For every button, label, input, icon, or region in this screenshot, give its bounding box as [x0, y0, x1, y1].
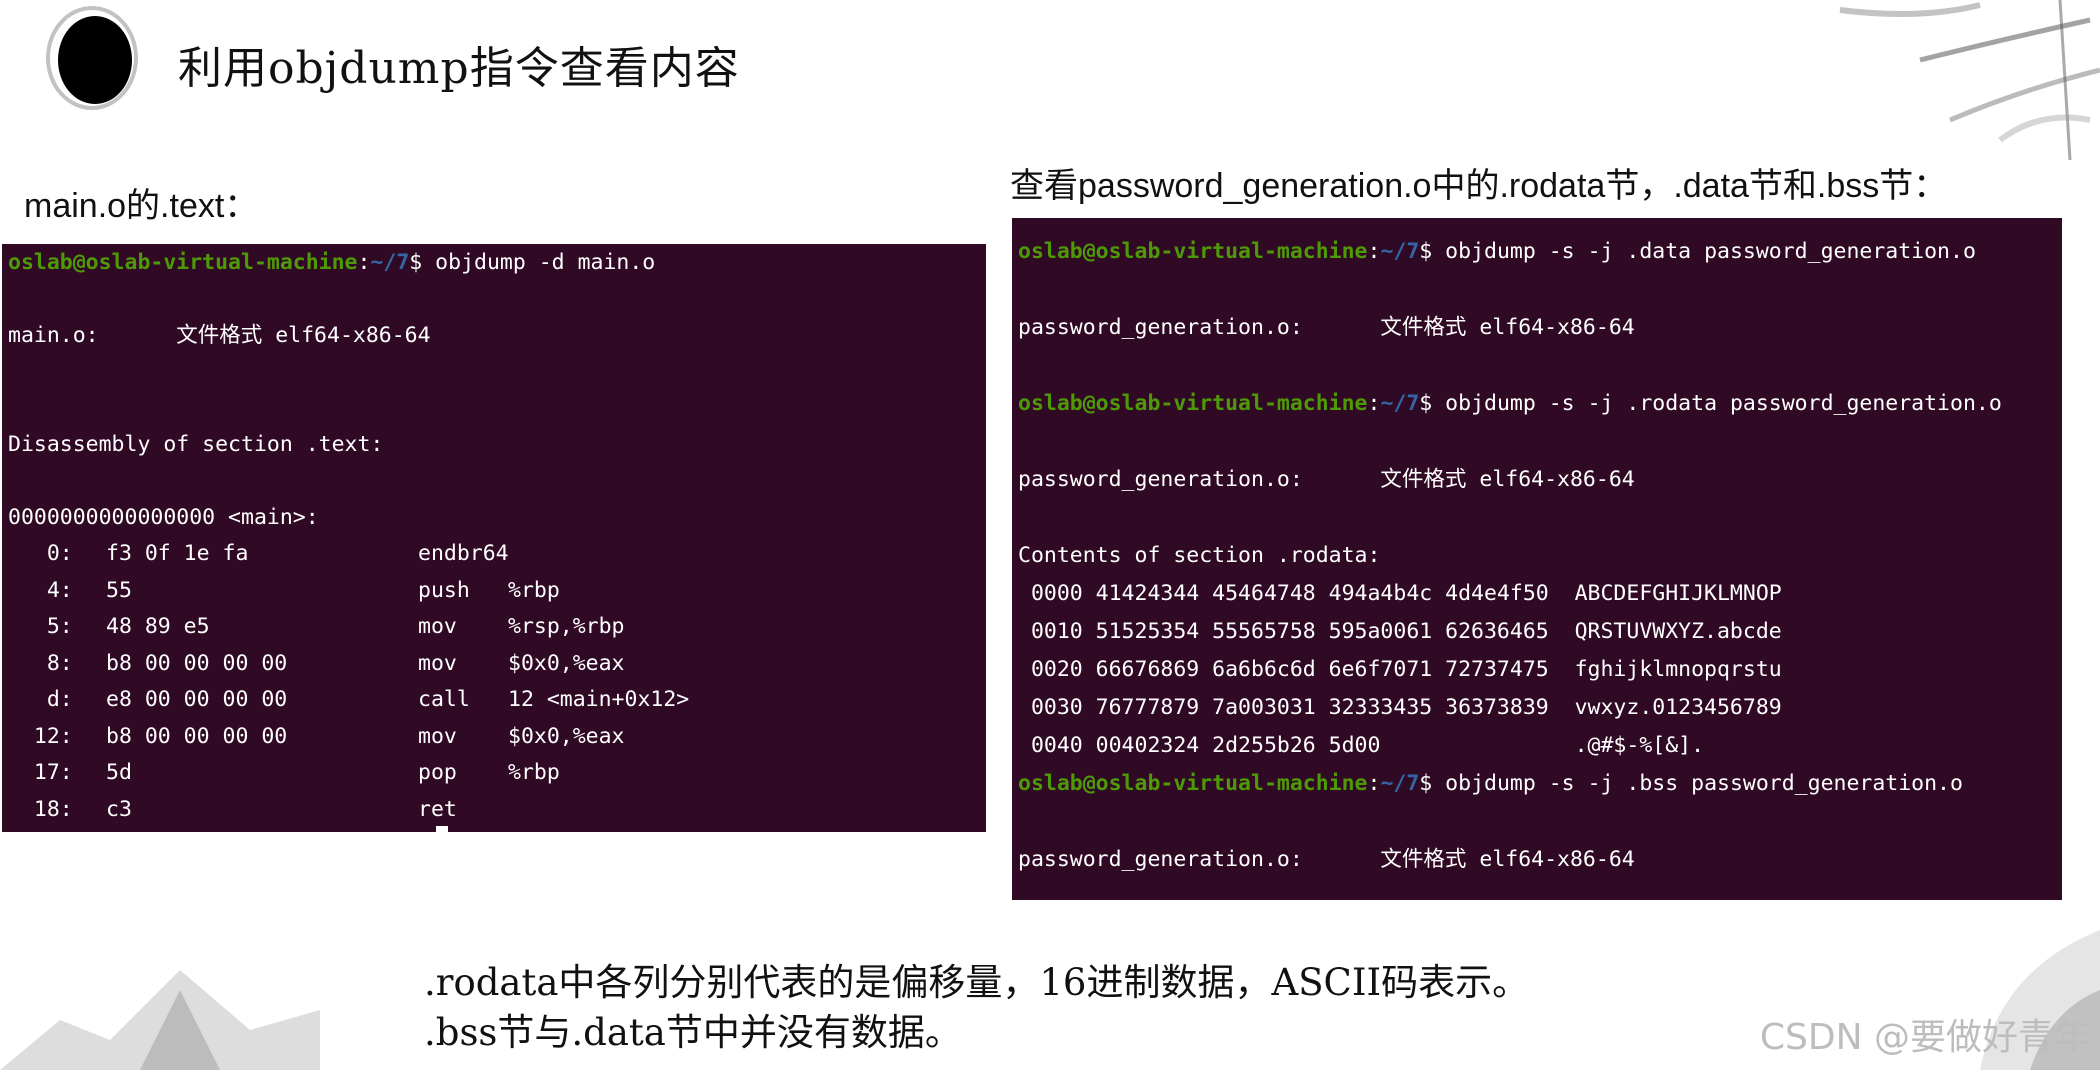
- instr-addr: 18:: [8, 796, 73, 822]
- instr-bytes: c3: [106, 796, 132, 822]
- prompt-user: oslab@oslab-virtual-machine: [1018, 391, 1368, 416]
- instr-operands: $0x0,%eax: [508, 723, 625, 749]
- prompt-path: ~/7: [1380, 771, 1420, 796]
- hex-dump-row: 0020 66676869 6a6b6c6d 6e6f7071 72737475…: [1018, 657, 1782, 682]
- instr-mnemonic: call: [418, 687, 470, 712]
- prompt-line-data: oslab@oslab-virtual-machine:~/7$ objdump…: [1018, 239, 1976, 264]
- file-format-line: password_generation.o: 文件格式 elf64-x86-64: [1018, 467, 1635, 492]
- objdump-main-terminal[interactable]: oslab@oslab-virtual-machine:~/7$ objdump…: [2, 244, 986, 832]
- instr-bytes: e8 00 00 00 00: [106, 687, 288, 712]
- command-text: $ objdump -s -j .bss password_generation…: [1419, 771, 1963, 796]
- file-format-line: main.o: 文件格式 elf64-x86-64: [8, 323, 431, 348]
- contents-header: Contents of section .rodata:: [1018, 543, 1381, 568]
- instr-operands: 12 <main+0x12>: [508, 687, 690, 712]
- bamboo-decoration: [1839, 0, 2100, 160]
- prompt-user: oslab@oslab-virtual-machine: [8, 250, 358, 275]
- csdn-watermark: CSDN @要做好青年: [1759, 1017, 2090, 1058]
- objdump-password-terminal[interactable]: oslab@oslab-virtual-machine:~/7$ objdump…: [1012, 218, 2062, 900]
- instr-bytes: 5d: [106, 760, 132, 785]
- instr-mnemonic: push: [418, 577, 470, 603]
- slide-title: 利用objdump指令查看内容: [178, 43, 740, 94]
- ink-circle-logo: [46, 6, 138, 110]
- prompt-user: oslab@oslab-virtual-machine: [1018, 239, 1368, 264]
- instr-operands: $0x0,%eax: [508, 650, 625, 676]
- hex-dump-row: 0010 51525354 55565758 595a0061 62636465…: [1018, 619, 1782, 644]
- instr-bytes: 48 89 e5: [106, 614, 210, 639]
- prompt-path: ~/7: [370, 250, 410, 275]
- prompt-line-bss: oslab@oslab-virtual-machine:~/7$ objdump…: [1018, 771, 1963, 796]
- instr-mnemonic: ret: [418, 796, 457, 822]
- prompt-line: oslab@oslab-virtual-machine:~/7$ objdump…: [8, 250, 656, 275]
- ink-mountain-decoration: [0, 970, 320, 1070]
- section-header: Disassembly of section .text:: [8, 432, 384, 457]
- command-text: $ objdump -d main.o: [409, 250, 656, 275]
- instr-addr: 12:: [8, 723, 73, 749]
- file-format-line: password_generation.o: 文件格式 elf64-x86-64: [1018, 315, 1635, 340]
- main-text-caption: main.o的.text：: [24, 187, 259, 225]
- instr-mnemonic: endbr64: [418, 541, 509, 566]
- instr-operands: %rsp,%rbp: [508, 614, 625, 639]
- instr-addr: 8:: [8, 650, 73, 676]
- instr-addr: d:: [8, 687, 73, 712]
- instr-bytes: b8 00 00 00 00: [106, 723, 288, 749]
- hex-dump-row: 0040 00402324 2d255b26 5d00 .@#$-%[&].: [1018, 733, 1705, 758]
- instr-mnemonic: mov: [418, 614, 457, 639]
- command-text: $ objdump -s -j .rodata password_generat…: [1419, 391, 2002, 416]
- instr-mnemonic: mov: [418, 650, 457, 676]
- explanation-notes: .rodata中各列分别代表的是偏移量，16进制数据，ASCII码表示。 .bs…: [424, 958, 1529, 1058]
- prompt-line-rodata: oslab@oslab-virtual-machine:~/7$ objdump…: [1018, 391, 2002, 416]
- instr-addr: 4:: [8, 577, 73, 603]
- terminal-cursor: [436, 826, 448, 832]
- hex-dump-row: 0030 76777879 7a003031 32333435 36373839…: [1018, 695, 1782, 720]
- instr-addr: 5:: [8, 614, 73, 639]
- hex-dump-row: 0000 41424344 45464748 494a4b4c 4d4e4f50…: [1018, 581, 1782, 606]
- instr-mnemonic: pop: [418, 760, 457, 785]
- symbol-line: 0000000000000000 <main>:: [8, 505, 319, 530]
- note-line-1: .rodata中各列分别代表的是偏移量，16进制数据，ASCII码表示。: [424, 961, 1530, 1004]
- note-line-2: .bss节与.data节中并没有数据。: [424, 1011, 962, 1054]
- instr-mnemonic: mov: [418, 723, 457, 749]
- instr-bytes: b8 00 00 00 00: [106, 650, 288, 676]
- prompt-path: ~/7: [1380, 391, 1420, 416]
- instr-bytes: f3 0f 1e fa: [106, 541, 249, 566]
- instr-bytes: 55: [106, 577, 132, 603]
- instr-addr: 0:: [8, 541, 73, 566]
- prompt-user: oslab@oslab-virtual-machine: [1018, 771, 1368, 796]
- instr-operands: %rbp: [508, 577, 560, 603]
- prompt-path: ~/7: [1380, 239, 1420, 264]
- rodata-caption: 查看password_generation.o中的.rodata节，.data节…: [1010, 167, 1948, 205]
- instr-addr: 17:: [8, 760, 73, 785]
- file-format-line: password_generation.o: 文件格式 elf64-x86-64: [1018, 847, 1635, 872]
- command-text: $ objdump -s -j .data password_generatio…: [1419, 239, 1976, 264]
- instr-operands: %rbp: [508, 760, 560, 785]
